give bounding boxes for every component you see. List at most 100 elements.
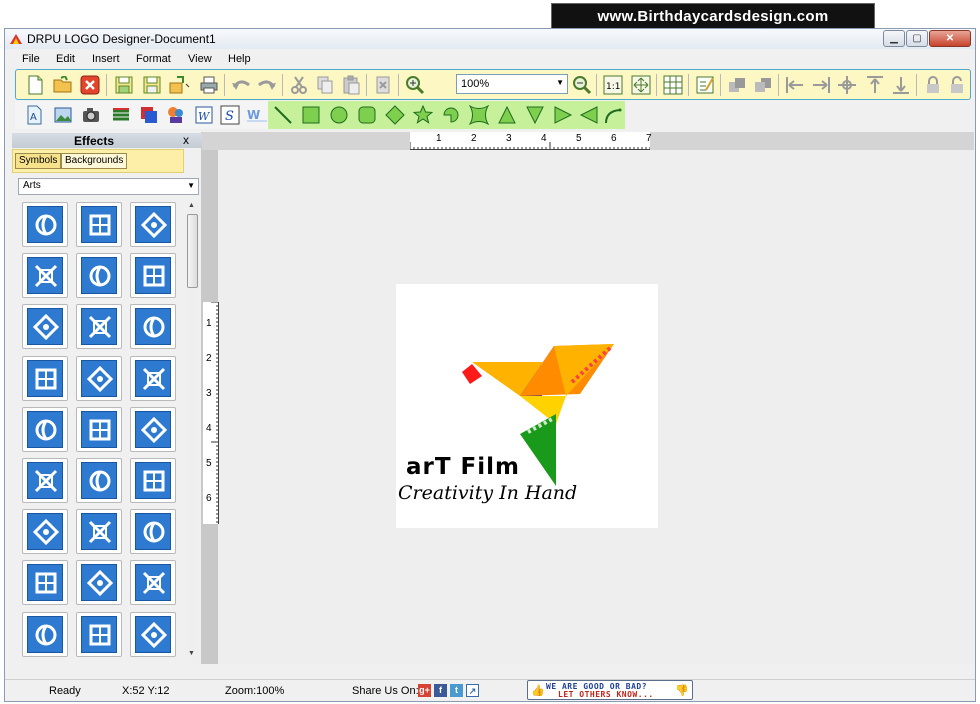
arc-icon[interactable] — [440, 104, 462, 126]
export-icon[interactable] — [169, 74, 191, 96]
design-document[interactable]: arT Film Creativity In Hand — [396, 284, 658, 528]
symbol-item[interactable] — [130, 509, 176, 555]
zoom-out-icon[interactable] — [571, 74, 593, 96]
align-bottom-icon[interactable] — [890, 74, 912, 96]
category-dropdown[interactable]: Arts ▼ — [18, 178, 199, 195]
delete-icon[interactable] — [372, 74, 394, 96]
triangle-icon[interactable] — [496, 104, 518, 126]
line-icon[interactable] — [272, 104, 294, 126]
layers-icon[interactable] — [110, 104, 132, 126]
symbol-item[interactable] — [76, 509, 122, 555]
fit-icon[interactable] — [630, 74, 652, 96]
menu-help[interactable]: Help — [228, 53, 251, 65]
diamond-icon[interactable] — [384, 104, 406, 126]
symbol-item[interactable] — [76, 560, 122, 606]
symbol-item[interactable] — [130, 458, 176, 503]
grid-icon[interactable] — [662, 74, 684, 96]
symbol-item[interactable] — [76, 202, 122, 247]
image-icon[interactable] — [52, 104, 74, 126]
logo-title-text[interactable]: arT Film — [406, 454, 520, 480]
share-icon[interactable]: ↗ — [466, 684, 479, 697]
symbol-item[interactable] — [130, 611, 176, 657]
print-icon[interactable] — [198, 74, 220, 96]
symbol-item[interactable] — [76, 458, 122, 503]
ellipse-icon[interactable] — [328, 104, 350, 126]
symbol-item[interactable] — [22, 406, 68, 452]
cut-icon[interactable] — [288, 74, 310, 96]
twitter-icon[interactable]: t — [450, 684, 463, 697]
wordart-icon[interactable]: W — [193, 104, 215, 126]
send-back-icon[interactable] — [752, 74, 774, 96]
chevron-down-icon[interactable]: ▼ — [187, 181, 195, 190]
symbol-item[interactable] — [130, 202, 176, 247]
tab-symbols[interactable]: Symbols — [15, 153, 62, 169]
close-window-button[interactable]: ✕ — [929, 30, 971, 47]
maximize-button[interactable]: ▢ — [906, 30, 928, 47]
bring-front-icon[interactable] — [726, 74, 748, 96]
menu-file[interactable]: File — [22, 53, 40, 65]
rounded-rectangle-icon[interactable] — [356, 104, 378, 126]
align-left-icon[interactable] — [784, 74, 806, 96]
menu-insert[interactable]: Insert — [92, 53, 120, 65]
google-plus-icon[interactable]: g+ — [418, 684, 431, 697]
triangle-down-icon[interactable] — [524, 104, 546, 126]
copy-icon[interactable] — [314, 74, 336, 96]
menu-format[interactable]: Format — [136, 53, 171, 65]
symbol-item[interactable] — [22, 202, 68, 247]
symbol-item[interactable] — [130, 560, 176, 606]
triangle-right-icon[interactable] — [552, 104, 574, 126]
scroll-down-icon[interactable]: ▼ — [188, 650, 195, 657]
zoom-combobox[interactable]: 100% ▼ — [456, 74, 568, 94]
curve-icon[interactable] — [602, 104, 624, 126]
scroll-up-icon[interactable]: ▲ — [188, 202, 195, 209]
symbol-item[interactable] — [76, 253, 122, 299]
symbol-item[interactable] — [22, 355, 68, 401]
open-icon[interactable] — [52, 74, 74, 96]
properties-icon[interactable] — [694, 74, 716, 96]
unlock-icon[interactable] — [946, 74, 968, 96]
close-icon[interactable] — [79, 74, 101, 96]
camera-icon[interactable] — [80, 104, 102, 126]
symbol-item[interactable] — [22, 253, 68, 299]
symbol-item[interactable] — [22, 304, 68, 350]
align-center-icon[interactable] — [836, 74, 858, 96]
undo-icon[interactable] — [230, 74, 252, 96]
signature-icon[interactable]: S — [219, 104, 241, 126]
feedback-button[interactable]: 👍 WE ARE GOOD OR BAD? LET OTHERS KNOW...… — [527, 680, 693, 700]
zoom-in-icon[interactable] — [404, 74, 426, 96]
symbol-item[interactable] — [130, 253, 176, 299]
watermark-icon[interactable]: W — [246, 104, 268, 126]
symbol-item[interactable] — [130, 304, 176, 350]
align-right-icon[interactable] — [810, 74, 832, 96]
logo-tagline-text[interactable]: Creativity In Hand — [398, 482, 577, 504]
symbol-item[interactable] — [76, 304, 122, 350]
actual-size-icon[interactable]: 1:1 — [602, 74, 624, 96]
tab-backgrounds[interactable]: Backgrounds — [61, 153, 128, 169]
symbol-item[interactable] — [22, 458, 68, 503]
duplicate-icon[interactable] — [138, 104, 160, 126]
redo-icon[interactable] — [256, 74, 278, 96]
minimize-button[interactable]: ▁ — [883, 30, 905, 47]
symbol-item[interactable] — [22, 509, 68, 555]
symbol-item[interactable] — [130, 355, 176, 401]
facebook-icon[interactable]: f — [434, 684, 447, 697]
symbol-item[interactable] — [76, 611, 122, 657]
symbols-icon[interactable] — [165, 104, 187, 126]
chevron-down-icon[interactable]: ▼ — [556, 78, 564, 87]
symbol-item[interactable] — [22, 611, 68, 657]
menu-edit[interactable]: Edit — [56, 53, 75, 65]
lock-icon[interactable] — [922, 74, 944, 96]
menu-view[interactable]: View — [188, 53, 212, 65]
scroll-thumb[interactable] — [187, 214, 198, 288]
symbol-item[interactable] — [130, 406, 176, 452]
curved-star-icon[interactable] — [468, 104, 490, 126]
symbol-scrollbar[interactable]: ▲ ▼ — [186, 202, 199, 662]
star-icon[interactable] — [412, 104, 434, 126]
new-icon[interactable] — [24, 74, 46, 96]
save-icon[interactable] — [113, 74, 135, 96]
save-as-icon[interactable] — [141, 74, 163, 96]
triangle-left-icon[interactable] — [578, 104, 600, 126]
align-top-icon[interactable] — [864, 74, 886, 96]
symbol-item[interactable] — [76, 355, 122, 401]
symbol-item[interactable] — [22, 560, 68, 606]
